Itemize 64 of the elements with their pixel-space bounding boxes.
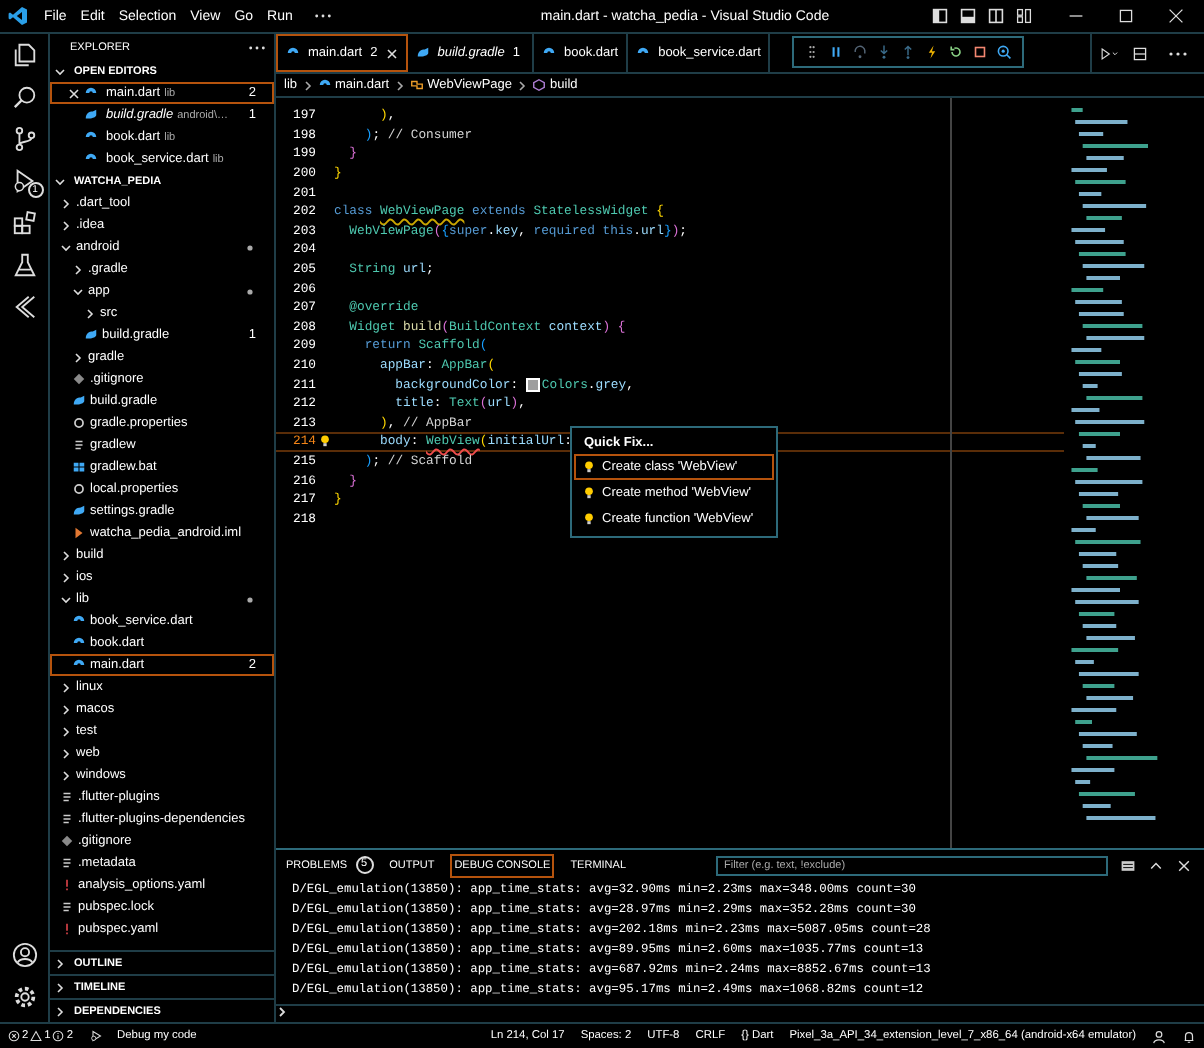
extensions-icon[interactable] bbox=[11, 210, 37, 236]
lightbulb-icon bbox=[584, 460, 594, 474]
panel-toggle-icon[interactable] bbox=[960, 8, 976, 24]
step-out-icon[interactable] bbox=[900, 44, 916, 60]
file-icon bbox=[60, 812, 74, 826]
settings-icon[interactable] bbox=[11, 984, 37, 1010]
file-icon bbox=[60, 834, 74, 848]
file-icon bbox=[60, 878, 74, 892]
file-icon bbox=[60, 922, 74, 936]
file-icon bbox=[72, 438, 86, 452]
app-logo-icon bbox=[8, 6, 28, 26]
maximize-panel-icon[interactable] bbox=[1148, 857, 1164, 873]
split-editor-icon[interactable] bbox=[1130, 45, 1150, 61]
chevron-icon bbox=[516, 79, 529, 91]
step-over-icon[interactable] bbox=[852, 44, 868, 60]
account-icon[interactable] bbox=[11, 942, 37, 968]
chevron-icon bbox=[54, 65, 66, 77]
search-icon[interactable] bbox=[11, 84, 37, 110]
close-panel-icon[interactable] bbox=[1176, 857, 1192, 873]
split-layout-icon[interactable] bbox=[988, 8, 1004, 24]
chevron-icon bbox=[301, 79, 314, 91]
close-icon[interactable] bbox=[68, 87, 80, 99]
stop-icon[interactable] bbox=[972, 44, 988, 60]
chevron-icon bbox=[72, 351, 84, 363]
lightning-icon[interactable] bbox=[924, 44, 940, 60]
more-icon[interactable] bbox=[248, 43, 266, 51]
bell-icon[interactable] bbox=[1182, 1029, 1196, 1043]
class-icon bbox=[409, 78, 424, 92]
maximize-icon[interactable] bbox=[1118, 8, 1134, 24]
files-icon[interactable] bbox=[11, 42, 37, 68]
more-icon[interactable] bbox=[314, 12, 333, 20]
close-icon[interactable] bbox=[385, 47, 398, 59]
debug-icon[interactable] bbox=[89, 1030, 102, 1042]
info-icon bbox=[52, 1030, 65, 1042]
file-icon bbox=[60, 790, 74, 804]
feedback-icon[interactable] bbox=[1152, 1029, 1166, 1043]
source-control-icon[interactable] bbox=[11, 126, 37, 152]
dot-icon bbox=[246, 595, 254, 603]
dot-icon bbox=[246, 243, 254, 251]
file-icon bbox=[415, 46, 430, 60]
chevron-icon bbox=[393, 79, 406, 91]
inspect-icon[interactable] bbox=[996, 44, 1012, 60]
chevron-stack-icon[interactable] bbox=[11, 294, 37, 320]
lightbulb-icon[interactable] bbox=[320, 434, 330, 449]
file-icon bbox=[60, 900, 74, 914]
file-icon bbox=[60, 856, 74, 870]
lightbulb-icon bbox=[584, 512, 594, 526]
run-debug-icon[interactable] bbox=[11, 168, 37, 194]
file-icon bbox=[84, 328, 98, 342]
lightbulb-icon bbox=[584, 486, 594, 500]
wrap-lines-icon[interactable] bbox=[1120, 857, 1136, 873]
warning-icon bbox=[30, 1030, 43, 1042]
run-icon[interactable] bbox=[1100, 45, 1120, 61]
file-icon bbox=[72, 460, 86, 474]
error-icon bbox=[8, 1030, 20, 1042]
restart-icon[interactable] bbox=[948, 44, 964, 60]
close-icon[interactable] bbox=[1168, 8, 1184, 24]
step-into-icon[interactable] bbox=[876, 44, 892, 60]
pause-icon[interactable] bbox=[828, 44, 844, 60]
dot-icon bbox=[246, 287, 254, 295]
sidebar-toggle-icon[interactable] bbox=[932, 8, 948, 24]
flask-icon[interactable] bbox=[11, 252, 37, 278]
prompt-chevron-icon[interactable] bbox=[276, 1006, 288, 1018]
layout-grid-icon[interactable] bbox=[1016, 8, 1032, 24]
